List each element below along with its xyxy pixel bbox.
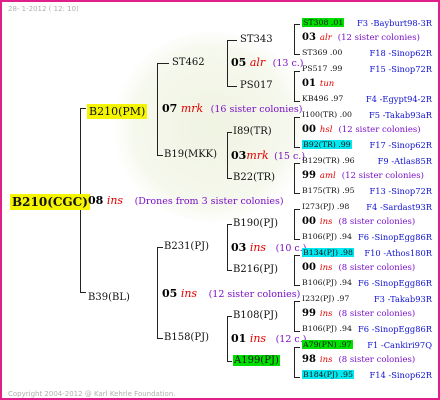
sister-group: 01 tun [302, 78, 335, 89]
root-node[interactable]: B210(CGC) [10, 193, 90, 210]
ancestor-id[interactable]: B129(TR) .96 [302, 157, 355, 165]
ancestor-id[interactable]: ST369 .00 [302, 49, 342, 57]
node-b158pj-info: 01 ins (12 c.) [231, 332, 307, 345]
node-st462-info: 05 alr (13 c.) [231, 56, 304, 69]
sister-group: 00 hsl (12 sister colonies) [302, 124, 421, 135]
sister-group: 00 ins (8 sister colonies) [302, 216, 416, 227]
ancestor-origin: F4 -Sardast93R [366, 202, 432, 212]
node-i89[interactable]: I89(TR) [233, 127, 272, 137]
node-b216[interactable]: B216(PJ) [233, 265, 278, 275]
sister-group: 99 aml (12 sister colonies) [302, 170, 424, 181]
ancestor-origin: F15 -Sinop72R [369, 64, 432, 74]
node-ps017[interactable]: PS017 [240, 81, 273, 91]
node-b231pj-info: 03 ins (10 c.) [231, 241, 307, 254]
node-b39bl[interactable]: B39(BL) [88, 287, 130, 303]
ancestor-origin: F9 -Atlas85R [377, 156, 432, 166]
node-b108[interactable]: B108(PJ) [233, 311, 278, 321]
node-b210pm-info: 07 mrk (16 sister colonies) [162, 102, 303, 115]
ancestor-id[interactable]: ST308 .01 [302, 18, 345, 27]
ancestor-origin: F10 -Athos180R [364, 248, 432, 258]
ancestor-origin: F5 -Takab93aR [368, 110, 432, 120]
ancestor-id[interactable]: PS517 .99 [302, 65, 342, 73]
ancestor-origin: F13 -Sinop72R [369, 186, 432, 196]
ancestor-id[interactable]: I273(PJ) .98 [302, 203, 349, 211]
sister-group: 99 ins (8 sister colonies) [302, 308, 416, 319]
ancestor-id[interactable]: I232(PJ) .97 [302, 295, 349, 303]
ancestor-id[interactable]: B106(PJ) .94 [302, 279, 352, 287]
ancestor-origin: F18 -Sinop62R [369, 48, 432, 58]
ancestor-id[interactable]: B106(PJ) .94 [302, 233, 352, 241]
ancestor-origin: F6 -SinopEgg86R [358, 232, 432, 242]
node-st462[interactable]: ST462 [172, 58, 205, 68]
ancestor-id[interactable]: B92(TR) .99 [302, 140, 352, 149]
node-b19mkk-info: 03mrk (15 c.) [231, 149, 306, 162]
ancestor-id[interactable]: B184(PJ) .95 [302, 370, 354, 379]
node-a199[interactable]: A199(PJ) [233, 355, 280, 366]
root-info: 08 ins (Drones from 3 sister colonies) [88, 194, 284, 207]
ancestor-origin: F4 -Egypt94-2R [365, 94, 432, 104]
ancestor-origin: F6 -SinopEgg86R [358, 324, 432, 334]
ancestor-id[interactable]: B175(TR) .95 [302, 187, 355, 195]
ancestor-id[interactable]: B106(PJ) .94 [302, 325, 352, 333]
ancestor-id[interactable]: I100(TR) .00 [302, 111, 352, 119]
node-b158pj[interactable]: B158(PJ) [164, 333, 209, 343]
pedigree-frame: 28- 1-2012 ( 12: 10) B210(CGC) 08 ins (D… [0, 0, 440, 400]
ancestor-origin: F3 -Bayburt98-3R [356, 18, 432, 28]
header-timestamp: 28- 1-2012 ( 12: 10) [8, 5, 79, 13]
ancestor-id[interactable]: A79(PN) .97 [302, 340, 353, 349]
sister-group: 00 ins (8 sister colonies) [302, 262, 416, 273]
ancestor-origin: F17 -Sinop62R [369, 140, 432, 150]
node-b22[interactable]: B22(TR) [233, 173, 275, 183]
ancestor-origin: F6 -SinopEgg86R [358, 278, 432, 288]
ancestor-origin: F14 -Sinop62R [369, 370, 432, 380]
node-b19mkk[interactable]: B19(MKK) [164, 150, 217, 160]
sister-group: 03 alr (12 sister colonies) [302, 32, 420, 43]
node-b210pm[interactable]: B210(PM) [87, 102, 148, 119]
ancestor-origin: F1 -Cankiri97Q [367, 340, 432, 350]
node-b231pj[interactable]: B231(PJ) [164, 242, 209, 252]
node-st343[interactable]: ST343 [240, 35, 273, 45]
ancestor-origin: F3 -Takab93R [373, 294, 432, 304]
ancestor-id[interactable]: B134(PJ) .98 [302, 248, 354, 257]
node-b39bl-info: 05 ins (12 sister colonies) [162, 287, 301, 300]
copyright-footer: Copyright 2004-2012 @ Karl Kehrle Founda… [8, 390, 176, 398]
root-id: B210(CGC) [10, 194, 90, 210]
node-b190[interactable]: B190(PJ) [233, 219, 278, 229]
ancestor-id[interactable]: KB496 .97 [302, 95, 343, 103]
sister-group: 98 ins (8 sister colonies) [302, 354, 416, 365]
